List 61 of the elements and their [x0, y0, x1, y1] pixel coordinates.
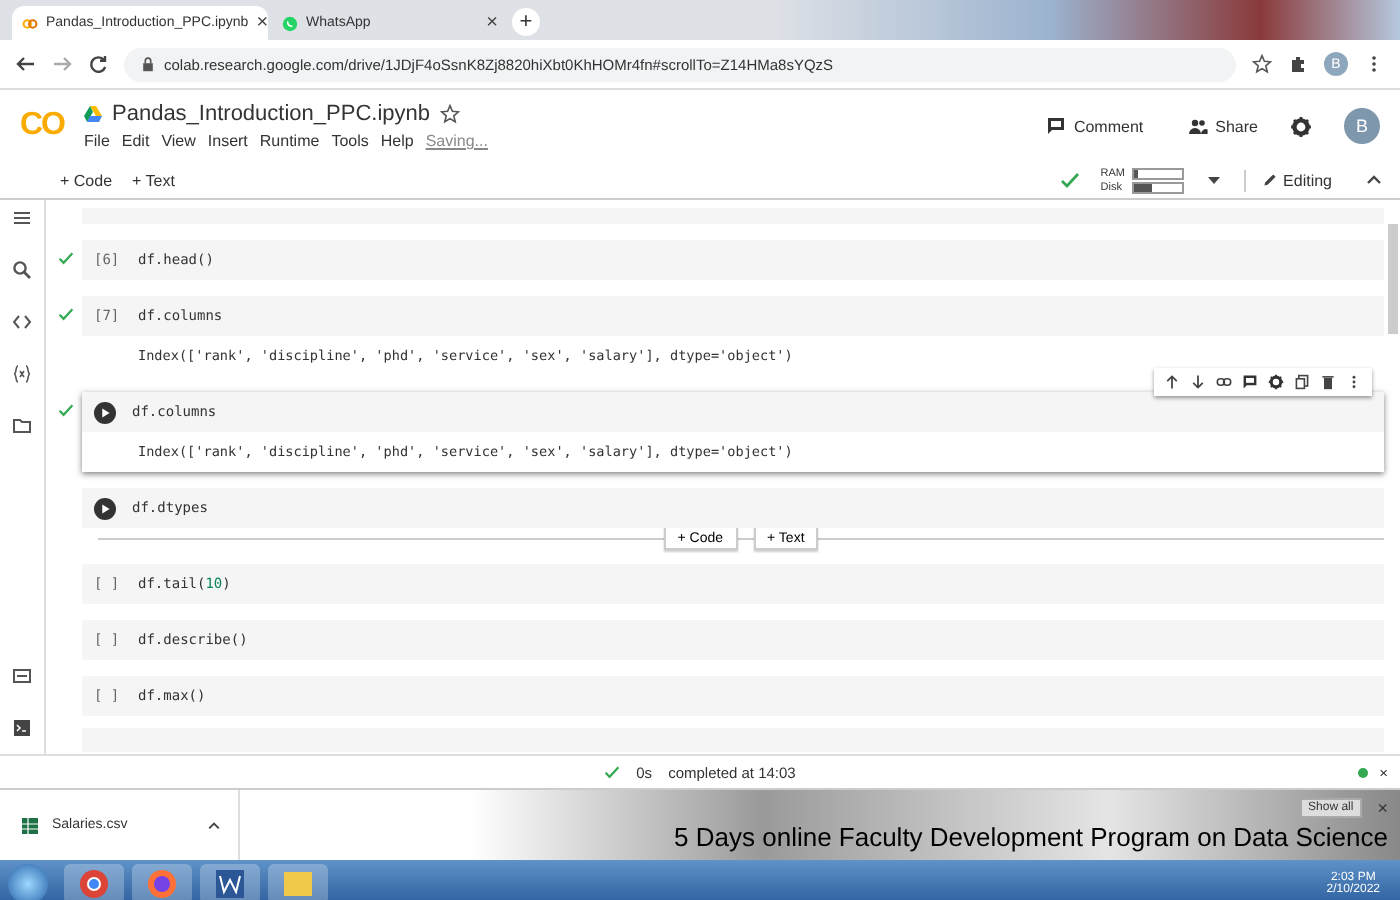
code-icon[interactable]	[12, 312, 32, 332]
new-tab-button[interactable]: +	[512, 8, 540, 36]
menu-item[interactable]: File	[84, 132, 110, 150]
save-status: Saving...	[425, 132, 488, 150]
comment-button[interactable]: Comment	[1041, 112, 1148, 140]
menu-item[interactable]: Runtime	[259, 132, 320, 150]
scrollbar-thumb[interactable]	[1388, 224, 1398, 334]
menu-item[interactable]: Edit	[121, 132, 150, 150]
comment-icon[interactable]	[1242, 374, 1258, 390]
colab-icon	[22, 15, 38, 31]
puzzle-icon[interactable]	[1288, 54, 1308, 74]
down-arrow-icon[interactable]	[1190, 374, 1206, 390]
variables-icon[interactable]	[12, 364, 32, 384]
add-cell-button[interactable]: + Text	[132, 171, 175, 189]
check-icon	[604, 764, 621, 780]
run-icon[interactable]	[94, 497, 116, 519]
menu-icon[interactable]	[12, 208, 32, 228]
menu-item[interactable]: Insert	[207, 132, 248, 150]
command-icon[interactable]	[12, 666, 32, 686]
copy-icon[interactable]	[1294, 374, 1310, 390]
drive-icon	[84, 106, 102, 122]
close-icon[interactable]: ×	[256, 12, 269, 34]
menu-item[interactable]: Tools	[331, 132, 369, 150]
people-icon	[1187, 116, 1208, 136]
start-button[interactable]	[8, 864, 48, 900]
link-icon[interactable]	[1216, 374, 1232, 390]
settings-icon[interactable]	[1268, 374, 1284, 390]
lock-icon	[140, 56, 156, 72]
reload-icon[interactable]	[88, 54, 108, 74]
editing-button[interactable]: Editing	[1243, 169, 1344, 191]
check-icon	[58, 306, 74, 322]
caption-text: 5 Days online Faculty Development Program on Data Science	[674, 822, 1388, 852]
notebook-title[interactable]: Pandas_Introduction_PPC.ipynb	[112, 102, 430, 126]
add-cell-button[interactable]: + Code	[60, 171, 113, 189]
up-arrow-icon[interactable]	[1164, 374, 1180, 390]
star-icon[interactable]	[440, 104, 460, 124]
code-cell[interactable]	[82, 728, 1384, 752]
comment-icon	[1045, 116, 1066, 136]
terminal-icon[interactable]	[12, 718, 32, 738]
star-icon[interactable]	[1252, 54, 1272, 74]
check-icon	[1060, 170, 1081, 190]
search-icon[interactable]	[12, 260, 32, 280]
settings-icon[interactable]	[1290, 115, 1312, 137]
menu-item[interactable]: Help	[380, 132, 414, 150]
browser-icon[interactable]	[64, 864, 124, 900]
run-icon[interactable]	[94, 401, 116, 423]
back-icon[interactable]	[16, 54, 36, 74]
chat-icon	[282, 15, 298, 31]
word-icon[interactable]	[200, 864, 260, 900]
check-icon	[58, 402, 74, 418]
check-icon	[58, 250, 74, 266]
folder-icon[interactable]	[12, 416, 32, 436]
menu-item[interactable]: View	[161, 132, 196, 150]
share-button[interactable]: Share	[1183, 112, 1262, 140]
close-icon[interactable]: ×	[486, 12, 498, 34]
status-dot	[1357, 767, 1368, 777]
chevron-icon[interactable]	[206, 817, 222, 833]
close-icon[interactable]: ×	[1377, 798, 1388, 818]
spreadsheet-icon	[20, 815, 40, 835]
pencil-icon	[1261, 172, 1278, 188]
trash-icon[interactable]	[1320, 374, 1336, 390]
